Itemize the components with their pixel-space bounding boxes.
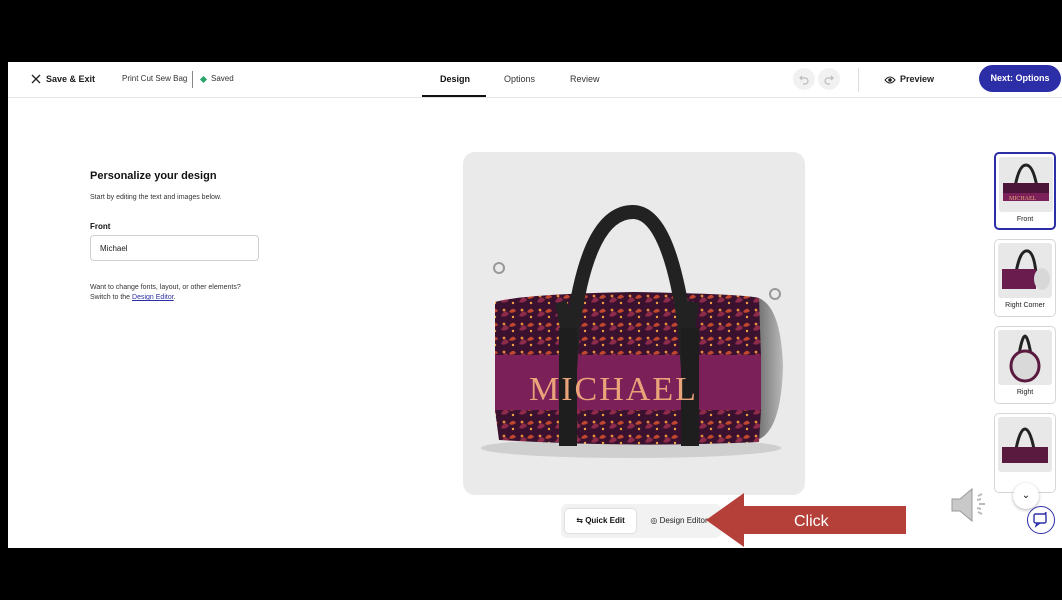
redo-button[interactable] [818, 68, 840, 90]
bag-thumbnail-icon [1002, 249, 1050, 290]
edit-mode-toolbar: ⇆ Quick Edit ◎ Design Editor [561, 504, 721, 538]
help-prefix: Switch to the [90, 294, 133, 301]
thumbnail-front[interactable]: MICHAEL Front [994, 152, 1056, 230]
tab-review[interactable]: Review [570, 74, 600, 84]
editor-window: Save & Exit Print Cut Sew Bag Saved Desi… [8, 62, 1062, 548]
chat-button[interactable] [1027, 506, 1055, 534]
quick-edit-icon: ⇆ [576, 516, 586, 525]
quick-edit-button[interactable]: ⇆ Quick Edit [565, 509, 636, 533]
design-editor-link[interactable]: Design Editor [132, 294, 174, 301]
scroll-down-button[interactable]: ⌄ [1013, 483, 1039, 509]
bag-thumbnail-icon [1009, 334, 1041, 383]
tab-options[interactable]: Options [504, 74, 535, 84]
next-options-button[interactable]: Next: Options [979, 65, 1061, 92]
chat-icon [1033, 511, 1047, 528]
thumbnail-label: Front [1016, 216, 1034, 223]
panel-subtitle: Start by editing the text and images bel… [90, 194, 222, 201]
front-field-label: Front [90, 222, 111, 231]
thumbnail-image [998, 243, 1052, 298]
thumbnail-right[interactable]: Right [994, 326, 1056, 404]
thumbnail-image [998, 330, 1052, 385]
thumbnail-right-corner[interactable]: Right Corner [994, 239, 1056, 317]
undo-button[interactable] [793, 68, 815, 90]
help-text: Want to change fonts, layout, or other e… [90, 283, 290, 303]
design-editor-label: Design Editor [659, 516, 708, 525]
divider [858, 68, 859, 92]
active-tab-indicator [422, 95, 486, 97]
divider [192, 71, 193, 88]
bag-name-text: MICHAEL [529, 371, 698, 408]
palette-icon: ◎ [650, 516, 660, 525]
help-suffix: . [173, 294, 176, 301]
saved-indicator-icon [199, 75, 208, 84]
thumbnail-label: Right [1016, 389, 1034, 396]
help-line: Want to change fonts, layout, or other e… [90, 284, 241, 291]
quick-edit-label: Quick Edit [585, 516, 625, 525]
annotation-label: Click [794, 513, 830, 530]
front-text-input[interactable] [90, 235, 259, 261]
close-icon[interactable] [30, 73, 42, 85]
preview-button[interactable]: Preview [900, 74, 934, 84]
eye-icon [884, 76, 896, 84]
undo-icon [799, 75, 809, 85]
product-preview[interactable]: MICHAEL [463, 152, 805, 495]
thumbnail-label: Right Corner [1005, 302, 1045, 309]
chevron-down-icon: ⌄ [1021, 490, 1031, 501]
thumbnail-view-4[interactable] [994, 413, 1056, 493]
panel-title: Personalize your design [90, 170, 217, 182]
bag-thumbnail-icon: MICHAEL [1003, 163, 1049, 202]
save-exit-button[interactable]: Save & Exit [46, 74, 95, 84]
duffel-bag-image: MICHAEL [481, 204, 783, 458]
saved-status: Saved [211, 74, 234, 83]
click-annotation-arrow: Click [706, 493, 906, 547]
svg-text:MICHAEL: MICHAEL [1009, 196, 1037, 202]
top-bar: Save & Exit Print Cut Sew Bag Saved Desi… [8, 62, 1062, 98]
thumbnail-image [998, 417, 1052, 472]
product-name: Print Cut Sew Bag [122, 74, 188, 83]
bag-thumbnail-icon [1002, 427, 1048, 463]
redo-icon [824, 75, 834, 85]
speaker-icon [951, 487, 985, 523]
tab-design[interactable]: Design [440, 74, 470, 84]
thumbnail-image: MICHAEL [999, 157, 1053, 212]
